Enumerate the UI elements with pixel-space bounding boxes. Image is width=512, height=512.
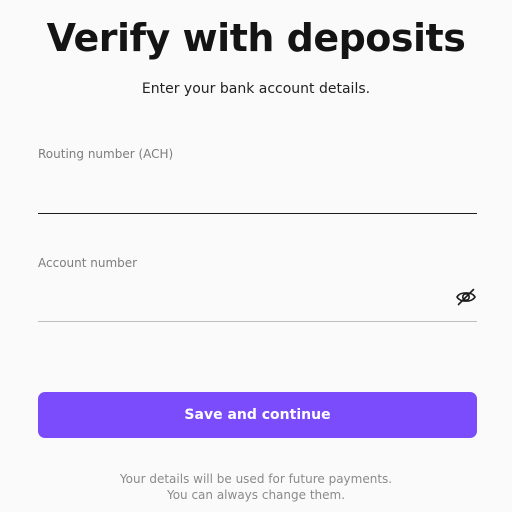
footer-note: Your details will be used for future pay… (0, 471, 512, 503)
routing-number-field: Routing number (ACH) (38, 146, 477, 216)
account-number-underline (38, 321, 477, 322)
page-title: Verify with deposits (46, 16, 466, 60)
routing-number-label: Routing number (ACH) (38, 147, 174, 161)
save-and-continue-button[interactable]: Save and continue (38, 392, 477, 438)
account-number-field: Account number (38, 255, 477, 325)
eye-off-icon-graphic (456, 288, 476, 306)
routing-number-input[interactable] (38, 182, 448, 210)
account-number-label: Account number (38, 256, 138, 270)
eye-off-icon[interactable] (455, 287, 477, 307)
footer-note-line-1: Your details will be used for future pay… (119, 472, 393, 486)
page-subtitle: Enter your bank account details. (141, 81, 371, 97)
account-number-input[interactable] (38, 285, 448, 313)
footer-note-line-2: You can always change them. (166, 488, 346, 502)
routing-number-underline (38, 213, 477, 214)
verify-deposits-page: Verify with deposits Enter your bank acc… (0, 0, 512, 512)
